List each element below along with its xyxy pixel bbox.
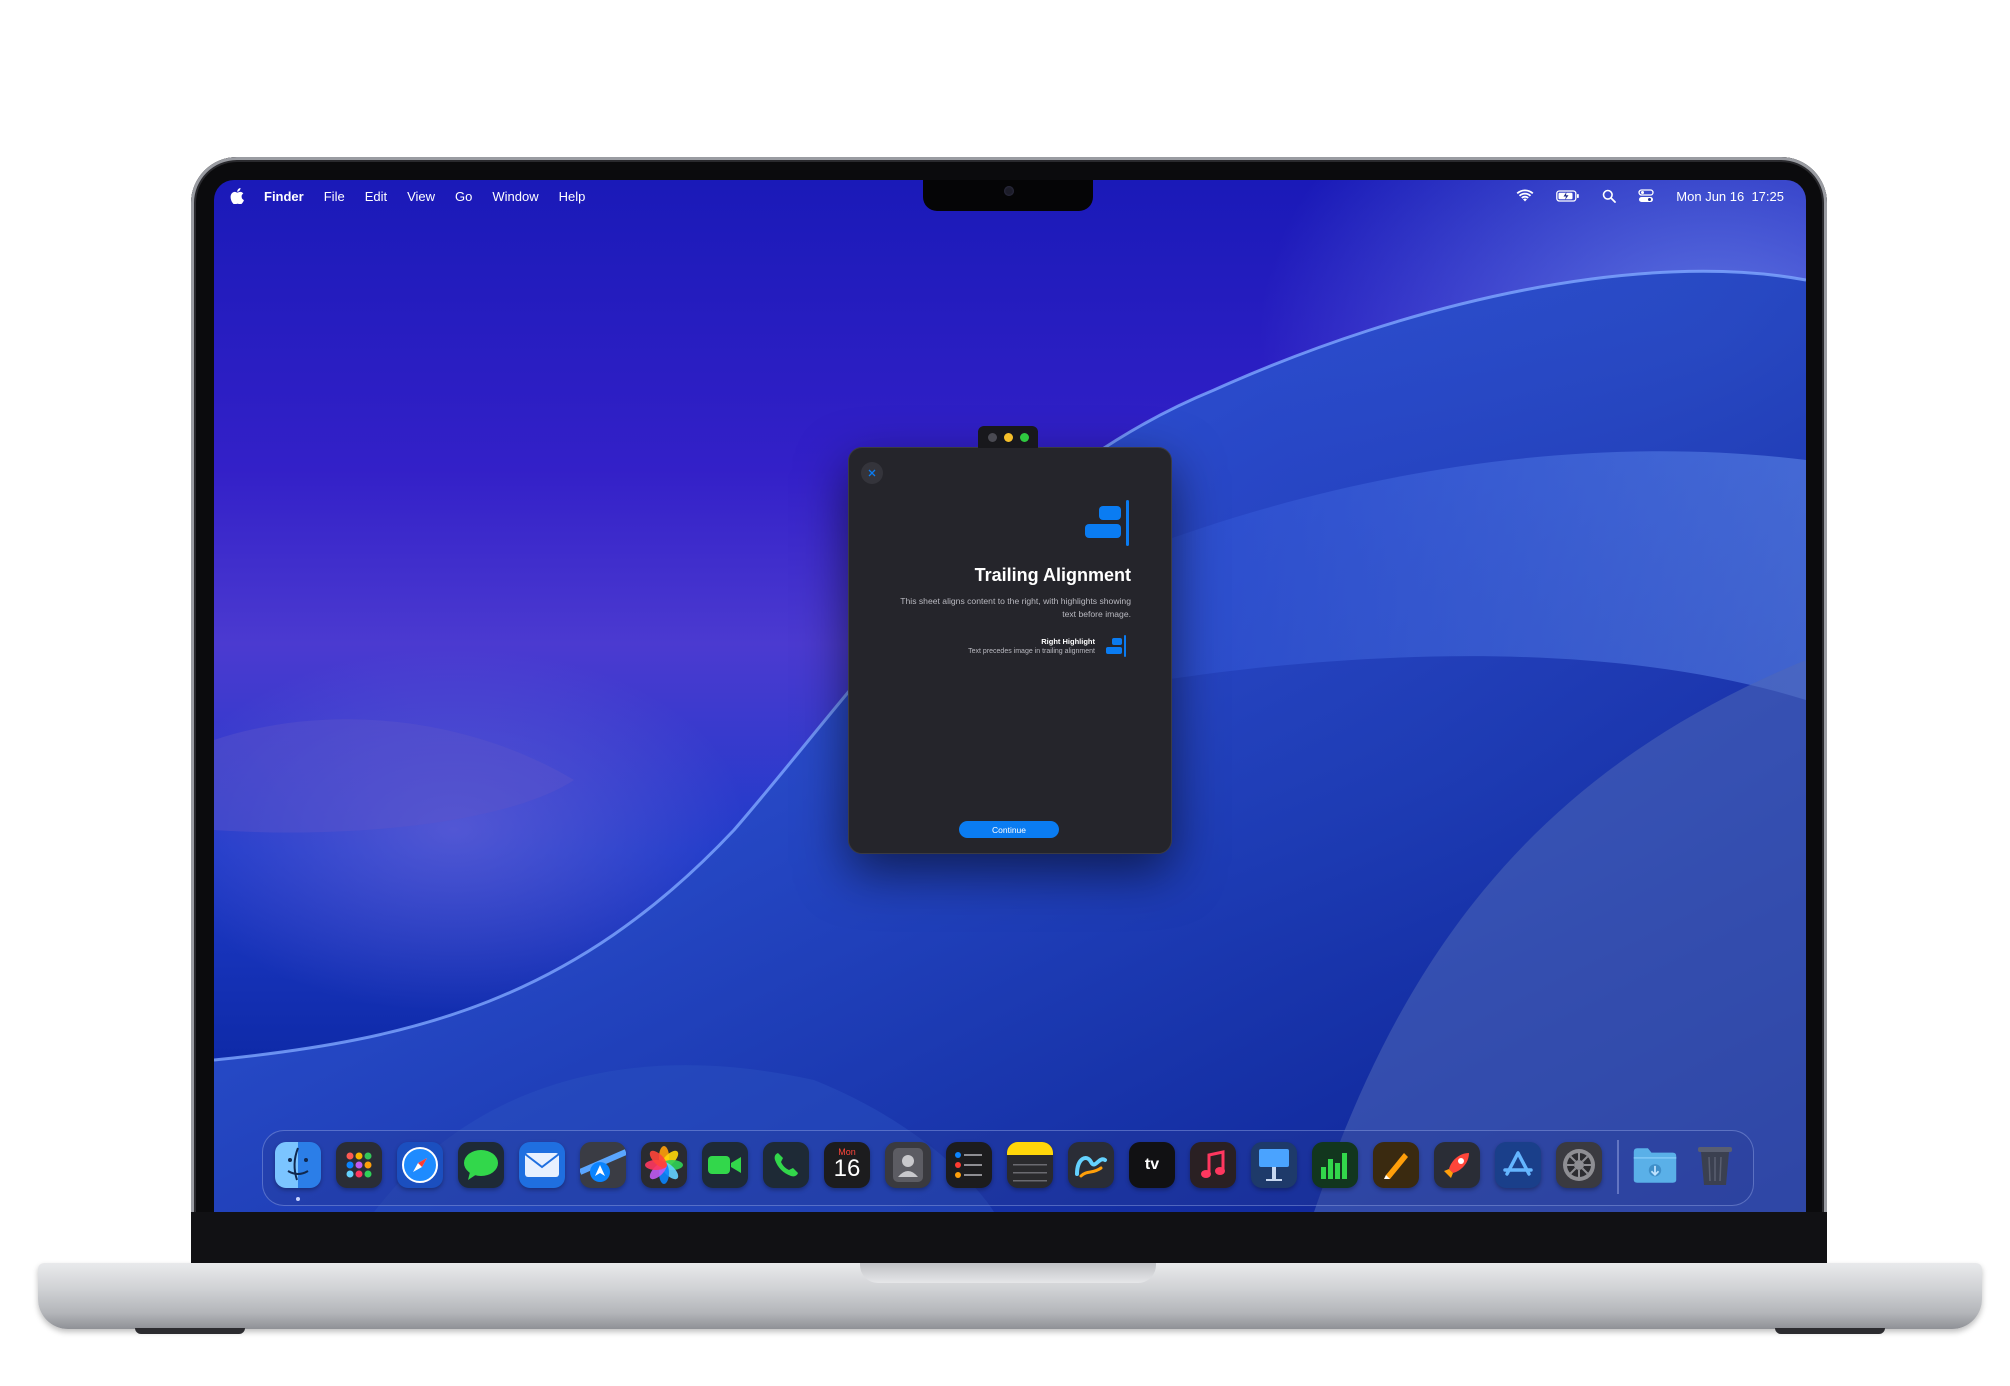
finder-running-indicator	[296, 1197, 300, 1201]
mail-icon[interactable]	[519, 1142, 565, 1188]
highlight-row: Right Highlight Text precedes image in t…	[968, 635, 1127, 657]
freeform-icon[interactable]	[1068, 1142, 1114, 1188]
apple-tv-icon[interactable]: tv	[1129, 1142, 1175, 1188]
pages-icon[interactable]	[1373, 1142, 1419, 1188]
menu-app-name[interactable]: Finder	[264, 189, 304, 204]
contacts-icon[interactable]	[885, 1142, 931, 1188]
dialog-description: This sheet aligns content to the right, …	[900, 596, 1131, 619]
rocket-icon[interactable]	[1434, 1142, 1480, 1188]
continue-button[interactable]: Continue	[959, 821, 1059, 838]
window-controls	[978, 426, 1038, 448]
system-settings-icon[interactable]	[1556, 1142, 1602, 1188]
alignment-sheet: Trailing Alignment This sheet aligns con…	[848, 447, 1172, 854]
dialog-title: Trailing Alignment	[974, 565, 1131, 585]
laptop-foot-left	[135, 1328, 245, 1334]
align-trailing-small-icon	[1106, 635, 1126, 657]
battery-icon[interactable]	[1556, 189, 1580, 203]
trash-icon[interactable]	[1692, 1142, 1738, 1188]
launchpad-icon[interactable]	[336, 1142, 382, 1188]
zoom-window-button[interactable]	[1019, 432, 1029, 442]
dialog-close-button[interactable]	[861, 462, 883, 484]
finder-icon[interactable]	[275, 1142, 321, 1188]
menu-file[interactable]: File	[324, 189, 345, 204]
facetime-icon[interactable]	[702, 1142, 748, 1188]
wifi-icon[interactable]	[1516, 189, 1534, 203]
safari-icon[interactable]	[397, 1142, 443, 1188]
control-center-icon[interactable]	[1638, 189, 1654, 203]
menu-view[interactable]: View	[407, 189, 435, 204]
menu-clock[interactable]: Mon Jun 16 17:25	[1676, 189, 1784, 204]
app-store-icon[interactable]	[1495, 1142, 1541, 1188]
notes-icon[interactable]	[1007, 1142, 1053, 1188]
laptop-foot-right	[1775, 1328, 1885, 1334]
laptop-chin	[191, 1212, 1827, 1263]
dock-separator	[1617, 1140, 1619, 1194]
minimize-window-button[interactable]	[1003, 432, 1013, 442]
music-icon[interactable]	[1190, 1142, 1236, 1188]
close-window-button[interactable]	[987, 432, 997, 442]
highlight-subtitle: Text precedes image in trailing alignmen…	[968, 648, 1095, 655]
align-trailing-icon	[1085, 500, 1129, 546]
menu-help[interactable]: Help	[559, 189, 586, 204]
calendar-day: 16	[833, 1155, 861, 1182]
phone-icon[interactable]	[763, 1142, 809, 1188]
spotlight-icon[interactable]	[1602, 189, 1617, 203]
photos-icon[interactable]	[641, 1142, 687, 1188]
tv-label: tv	[1144, 1156, 1160, 1173]
apple-logo-icon[interactable]	[230, 188, 244, 204]
highlight-title: Right Highlight	[1041, 637, 1095, 646]
calendar-icon[interactable]: Mon 16	[824, 1142, 870, 1188]
numbers-icon[interactable]	[1312, 1142, 1358, 1188]
laptop-opening-lip	[860, 1263, 1156, 1283]
camera-icon	[1004, 186, 1014, 196]
menu-window[interactable]: Window	[492, 189, 538, 204]
menu-go[interactable]: Go	[455, 189, 472, 204]
reminders-icon[interactable]	[946, 1142, 992, 1188]
messages-icon[interactable]	[458, 1142, 504, 1188]
downloads-folder-icon[interactable]	[1632, 1142, 1678, 1188]
keynote-icon[interactable]	[1251, 1142, 1297, 1188]
menu-edit[interactable]: Edit	[365, 189, 387, 204]
maps-icon[interactable]	[580, 1142, 626, 1188]
close-icon	[868, 469, 876, 477]
